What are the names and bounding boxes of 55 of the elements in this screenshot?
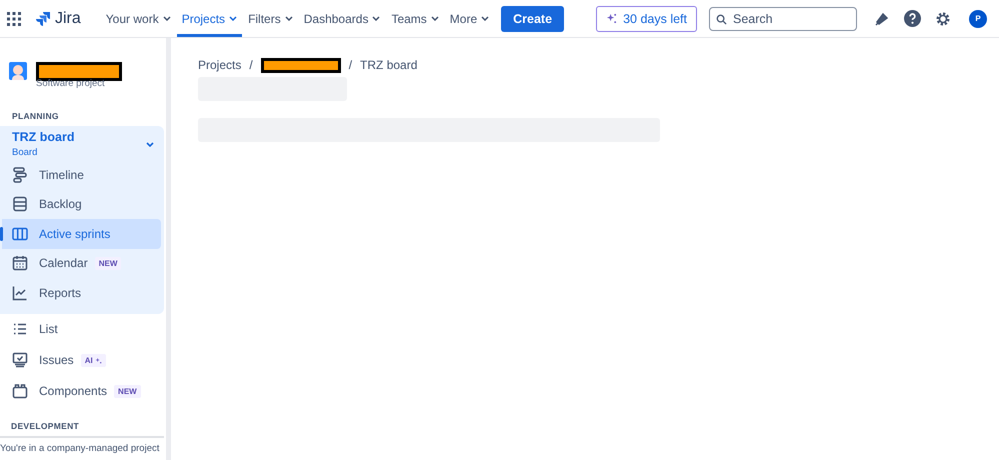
section-heading: DEVELOPMENT [10,420,80,432]
calendar-icon [12,255,28,272]
sidebar-item[interactable]: List [0,314,161,344]
nav-tab[interactable]: Your work [100,0,176,37]
chevron-down-icon [372,16,380,21]
nav-tab[interactable]: Teams [386,0,444,37]
columns-icon [12,226,28,242]
sidebar-item[interactable]: Backlog [0,190,161,219]
nav-tab[interactable]: Projects [176,0,242,37]
trial-button[interactable]: 30 days left [596,6,697,32]
nav-tab[interactable]: Dashboards [298,0,386,37]
sidebar-item[interactable]: Issues AI [0,344,161,376]
section-heading: PLANNING [11,110,60,123]
sidebar-item[interactable]: Timeline [0,160,161,190]
help-icon[interactable] [904,10,921,27]
user-avatar[interactable]: P [969,10,987,28]
breadcrumb-link[interactable]: TRZ board [360,58,418,72]
sparkle-icon [606,13,618,24]
chart-icon [12,284,28,301]
sidebar-item[interactable]: Active sprints [2,219,161,248]
chevron-down-icon [162,16,171,21]
search-icon [716,14,727,24]
ai-badge: AI [80,354,106,366]
chevron-down-icon [430,16,439,21]
list-icon [12,321,28,337]
nav-tab[interactable]: More [444,0,494,37]
breadcrumb-separator: / [348,58,352,72]
sidebar-item[interactable]: Reports [0,278,161,308]
settings-icon[interactable] [935,10,951,26]
chevron-down-icon [229,16,238,21]
breadcrumb-link[interactable]: Projects [198,58,242,72]
create-button[interactable]: Create [501,6,564,32]
logo-icon[interactable] [35,10,51,26]
chevron-down-icon [481,16,490,21]
product-name[interactable]: Jira [55,10,81,28]
components-icon [12,383,28,399]
new-badge: NEW [94,256,122,270]
project-type: Software project [36,78,106,89]
timeline-icon [12,166,28,183]
search-field[interactable]: Search [709,6,857,30]
sidebar-item[interactable]: Components NEW [0,376,161,406]
backlog-icon [12,196,28,212]
app-switcher-icon[interactable] [7,12,21,26]
sidebar-item[interactable]: Calendar NEW [0,248,161,278]
project-avatar-icon [9,62,27,80]
nav-tab[interactable]: Filters [243,0,298,37]
chevron-icon[interactable] [146,142,154,146]
sparkle-icon [94,356,102,364]
board-title[interactable]: TRZ board [12,130,74,144]
breadcrumb-separator: / [249,58,253,72]
board-subtitle: Board [12,147,38,158]
chevron-down-icon [284,16,293,21]
footer-text: You're in a company-managed project [0,436,164,454]
issues-icon [12,352,28,368]
new-badge: NEW [114,384,141,398]
